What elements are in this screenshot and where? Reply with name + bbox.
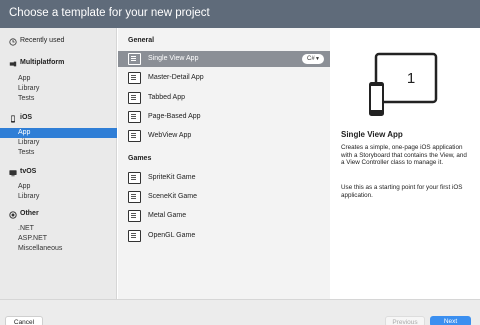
- cancel-button[interactable]: Cancel: [5, 316, 43, 325]
- template-label: Page-Based App: [148, 113, 201, 120]
- sidebar-item-multiplatform-library[interactable]: Library: [0, 84, 117, 94]
- sidebar-group-other[interactable]: Other: [0, 209, 117, 219]
- sidebar-label: Recently used: [20, 37, 65, 44]
- sidebar-item-label: Library: [18, 85, 40, 92]
- clock-icon: [8, 37, 17, 46]
- category-sidebar: Recently used Multiplatform App Library …: [0, 28, 117, 299]
- sidebar-group-ios[interactable]: iOS: [0, 113, 117, 123]
- sidebar-group-label: iOS: [20, 114, 33, 121]
- template-label: SceneKit Game: [148, 193, 198, 200]
- next-button[interactable]: Next: [430, 316, 471, 325]
- sidebar-item-ios-library[interactable]: Library: [0, 138, 117, 148]
- template-list: General Single View App C# ▼ Master-Detai…: [118, 28, 330, 299]
- sidebar-item-tvos-library[interactable]: Library: [0, 192, 117, 202]
- tvos-icon: [8, 168, 17, 177]
- language-selector[interactable]: C# ▼: [302, 54, 324, 64]
- sidebar-item-other-misc[interactable]: Miscellaneous: [0, 244, 117, 254]
- spritekit-game-icon: [128, 172, 141, 184]
- sidebar-group-tvos[interactable]: tvOS: [0, 167, 117, 177]
- sidebar-item-label: Library: [18, 139, 40, 146]
- sidebar-item-other-aspnet[interactable]: ASP.NET: [0, 234, 117, 244]
- template-detail-pane: 1 Single View App Creates a simple, one-…: [330, 28, 480, 299]
- template-single-view-app[interactable]: Single View App C# ▼: [118, 51, 330, 67]
- template-label: SpriteKit Game: [148, 174, 196, 181]
- title-bar: Choose a template for your new project: [0, 0, 480, 28]
- section-title-games: Games: [128, 155, 152, 162]
- template-spritekit-game[interactable]: SpriteKit Game: [118, 170, 330, 186]
- sidebar-item-ios-app[interactable]: App: [0, 128, 117, 138]
- preview-number: 1: [407, 70, 415, 87]
- previous-button[interactable]: Previous: [385, 316, 425, 325]
- language-label: C#: [307, 56, 315, 62]
- sidebar-item-label: Miscellaneous: [18, 245, 63, 252]
- sidebar-item-label: App: [18, 75, 31, 82]
- other-icon: [8, 210, 17, 219]
- sidebar-group-label: tvOS: [20, 168, 37, 175]
- template-title: Single View App: [341, 130, 403, 139]
- multiplatform-icon: [8, 59, 17, 68]
- template-label: Single View App: [148, 55, 199, 62]
- sidebar-item-label: App: [18, 129, 31, 136]
- master-detail-app-icon: [128, 72, 141, 84]
- template-tabbed-app[interactable]: Tabbed App: [118, 90, 330, 106]
- sidebar-item-ios-tests[interactable]: Tests: [0, 148, 117, 158]
- template-label: Metal Game: [148, 212, 187, 219]
- ios-icon: [8, 114, 17, 123]
- chevron-down-icon: ▼: [315, 56, 320, 62]
- template-webview-app[interactable]: WebView App: [118, 128, 330, 144]
- sidebar-item-label: Tests: [18, 95, 35, 102]
- opengl-game-icon: [128, 230, 141, 242]
- sidebar-item-other-dotnet[interactable]: .NET: [0, 224, 117, 234]
- page-based-app-icon: [128, 111, 141, 123]
- window-title: Choose a template for your new project: [9, 7, 210, 19]
- template-label: Tabbed App: [148, 94, 185, 101]
- template-label: WebView App: [148, 132, 192, 139]
- sidebar-item-label: Tests: [18, 149, 35, 156]
- metal-game-icon: [128, 210, 141, 222]
- sidebar-item-label: App: [18, 183, 31, 190]
- footer-bar: Cancel Previous Next: [0, 299, 480, 325]
- sidebar-item-recently-used[interactable]: Recently used: [0, 36, 117, 46]
- tabbed-app-icon: [128, 92, 141, 104]
- template-master-detail-app[interactable]: Master-Detail App: [118, 70, 330, 86]
- sidebar-group-label: Multiplatform: [20, 59, 65, 66]
- sidebar-item-label: .NET: [18, 225, 34, 232]
- template-label: Master-Detail App: [148, 74, 204, 81]
- sidebar-item-tvos-app[interactable]: App: [0, 182, 117, 192]
- template-scenekit-game[interactable]: SceneKit Game: [118, 189, 330, 205]
- sidebar-group-multiplatform[interactable]: Multiplatform: [0, 58, 117, 68]
- template-page-based-app[interactable]: Page-Based App: [118, 109, 330, 125]
- sidebar-group-label: Other: [20, 210, 39, 217]
- template-label: OpenGL Game: [148, 232, 196, 239]
- single-view-app-preview-icon: 1: [369, 52, 438, 116]
- template-metal-game[interactable]: Metal Game: [118, 208, 330, 224]
- scenekit-game-icon: [128, 191, 141, 203]
- section-title-general: General: [128, 37, 155, 44]
- single-view-app-icon: [128, 53, 141, 65]
- webview-app-icon: [128, 130, 141, 142]
- template-hint: Use this as a starting point for your fi…: [341, 184, 463, 199]
- sidebar-item-multiplatform-app[interactable]: App: [0, 74, 117, 84]
- sidebar-item-multiplatform-tests[interactable]: Tests: [0, 94, 117, 104]
- template-opengl-game[interactable]: OpenGL Game: [118, 228, 330, 244]
- sidebar-item-label: Library: [18, 193, 40, 200]
- template-description: Creates a simple, one-page iOS applicati…: [341, 144, 467, 167]
- sidebar-item-label: ASP.NET: [18, 235, 48, 242]
